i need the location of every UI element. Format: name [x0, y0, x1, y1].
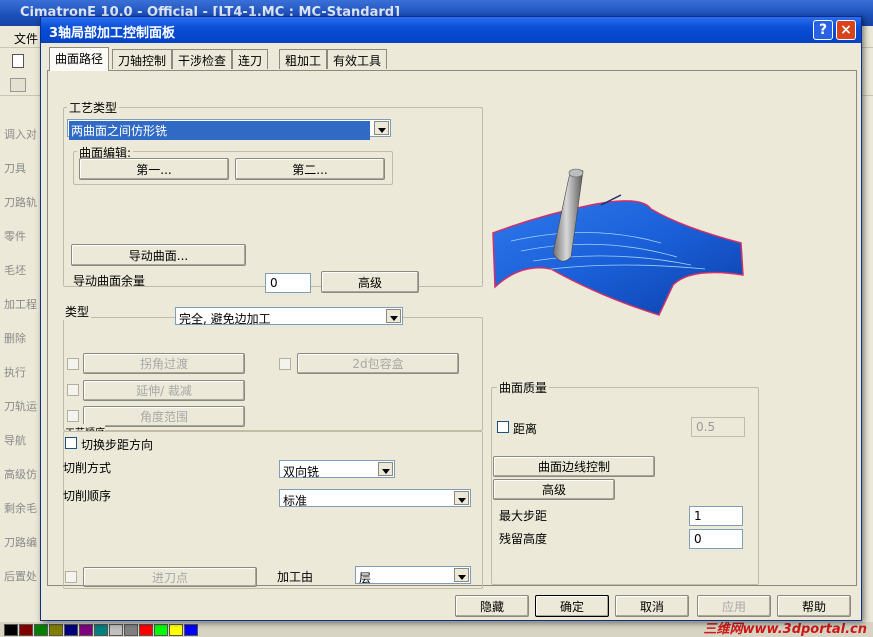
dialog-title: 3轴局部加工控制面板 — [49, 26, 176, 41]
sidebar-item-label[interactable]: 执行 — [4, 364, 26, 380]
blue-surface-shape — [492, 200, 744, 316]
distance-label: 距离 — [513, 422, 538, 436]
chevron-down-icon[interactable] — [378, 462, 393, 476]
type-value: 完全, 避免边加工 — [179, 312, 271, 326]
color-swatch[interactable] — [94, 624, 108, 636]
sidebar-item-label[interactable]: 刀轨运 — [4, 398, 37, 414]
cut-order-select[interactable]: 标准 — [279, 489, 471, 508]
toolbar-tool-icon[interactable] — [10, 78, 26, 92]
extend-trim-checkbox[interactable] — [67, 384, 79, 396]
sidebar-item-label[interactable]: 调入对 — [4, 126, 37, 142]
max-step-input[interactable]: 1 — [689, 506, 743, 526]
distance-input[interactable]: 0.5 — [691, 417, 745, 437]
tab-surface-path[interactable]: 曲面路径 — [49, 47, 110, 71]
surface-tool-illustration — [492, 168, 744, 316]
sidebar-item-label[interactable]: 零件 — [4, 228, 26, 244]
cut-method-value: 双向铣 — [283, 465, 320, 479]
tab-interference-check[interactable]: 干涉检查 — [172, 49, 233, 69]
color-swatch[interactable] — [79, 624, 93, 636]
guide-surface-button[interactable]: 导动曲面... — [71, 244, 246, 266]
color-swatch[interactable] — [109, 624, 123, 636]
corner-transition-button[interactable]: 拐角过渡 — [83, 353, 245, 374]
apply-button[interactable]: 应用 — [697, 595, 771, 617]
color-swatch[interactable] — [184, 624, 198, 636]
process-type-value: 两曲面之间仿形铣 — [69, 121, 370, 140]
background-sidebar: 调入对刀具刀路轨零件毛坯加工程删除执行刀轨运导航高级仿剩余毛刀路编后置处 — [0, 96, 42, 601]
guide-allowance-input[interactable]: 0 — [265, 273, 311, 293]
bbox-2d-button[interactable]: 2d包容盒 — [297, 353, 459, 374]
cut-method-label: 切削方式 — [63, 461, 112, 475]
entry-point-button[interactable]: 进刀点 — [83, 567, 257, 587]
sidebar-item-label[interactable]: 后置处 — [4, 568, 37, 584]
scallop-height-input[interactable]: 0 — [689, 529, 743, 549]
machine-by-value: 层 — [359, 571, 372, 585]
process-type-group-label: 工艺类型 — [67, 99, 120, 116]
sidebar-item-label[interactable]: 剩余毛 — [4, 500, 37, 516]
tab-link[interactable]: 连刀 — [232, 49, 269, 69]
menu-file[interactable]: 文件 — [14, 30, 38, 47]
color-swatch[interactable] — [4, 624, 18, 636]
chevron-down-icon[interactable] — [454, 491, 469, 505]
type-label: 类型 — [63, 303, 92, 320]
sidebar-item-label[interactable]: 刀路轨 — [4, 194, 37, 210]
angle-range-checkbox[interactable] — [67, 410, 79, 422]
color-swatch[interactable] — [49, 624, 63, 636]
sidebar-item-label[interactable]: 导航 — [4, 432, 26, 448]
color-swatch[interactable] — [154, 624, 168, 636]
cut-order-label: 切削顺序 — [63, 489, 112, 503]
sidebar-item-label[interactable]: 毛坯 — [4, 262, 26, 278]
process-type-select[interactable]: 两曲面之间仿形铣 — [67, 119, 391, 140]
chevron-down-icon[interactable] — [386, 309, 401, 323]
second-surface-button[interactable]: 第二... — [235, 158, 385, 180]
new-file-icon[interactable] — [12, 54, 24, 68]
color-swatch[interactable] — [169, 624, 183, 636]
angle-range-button[interactable]: 角度范围 — [83, 406, 245, 427]
sidebar-item-label[interactable]: 加工程 — [4, 296, 37, 312]
corner-transition-checkbox[interactable] — [67, 358, 79, 370]
sidebar-item-label[interactable]: 高级仿 — [4, 466, 37, 482]
dialog-titlebar: 3轴局部加工控制面板 ? × — [41, 17, 861, 43]
hide-button[interactable]: 隐藏 — [455, 595, 529, 617]
scallop-height-label: 残留高度 — [499, 532, 548, 546]
first-surface-button[interactable]: 第一... — [79, 158, 229, 180]
extend-trim-button[interactable]: 延伸/ 裁减 — [83, 380, 245, 401]
cancel-button[interactable]: 取消 — [615, 595, 689, 617]
surface-quality-label: 曲面质量 — [497, 379, 550, 396]
entry-point-checkbox[interactable] — [65, 571, 77, 583]
tab-tool-axis-control[interactable]: 刀轴控制 — [112, 49, 173, 69]
sidebar-item-label[interactable]: 删除 — [4, 330, 26, 346]
cut-method-select[interactable]: 双向铣 — [279, 460, 395, 479]
process-order-label: 工艺顺序 — [65, 424, 105, 431]
color-swatch[interactable] — [64, 624, 78, 636]
help-title-button[interactable]: ? — [813, 20, 833, 40]
type-select[interactable]: 完全, 避免边加工 — [175, 307, 403, 326]
bbox-2d-checkbox[interactable] — [279, 358, 291, 370]
color-swatch[interactable] — [19, 624, 33, 636]
sidebar-item-label[interactable]: 刀路编 — [4, 534, 37, 550]
color-swatch[interactable] — [34, 624, 48, 636]
close-title-button[interactable]: × — [836, 20, 856, 40]
sidebar-item-label[interactable]: 刀具 — [4, 160, 26, 176]
machine-by-label: 加工由 — [277, 570, 314, 584]
tab-available-tools[interactable]: 有效工具 — [327, 49, 388, 69]
guide-allowance-label: 导动曲面余量 — [73, 274, 146, 288]
surface-edge-control-button[interactable]: 曲面边线控制 — [493, 456, 655, 477]
color-swatch[interactable] — [139, 624, 153, 636]
color-swatch[interactable] — [124, 624, 138, 636]
max-step-label: 最大步距 — [499, 509, 548, 523]
switch-step-direction-label: 切换步距方向 — [81, 438, 154, 452]
switch-step-direction-checkbox[interactable] — [65, 437, 77, 449]
chevron-down-icon[interactable] — [454, 568, 469, 582]
tab-roughing[interactable]: 粗加工 — [279, 49, 328, 69]
chevron-down-icon[interactable] — [374, 121, 389, 135]
machine-by-select[interactable]: 层 — [355, 566, 471, 585]
advanced-button[interactable]: 高级 — [321, 271, 419, 293]
cut-order-value: 标准 — [283, 494, 308, 508]
surface-quality-advanced-button[interactable]: 高级 — [493, 479, 615, 500]
control-panel-dialog: 3轴局部加工控制面板 ? × 曲面路径 刀轴控制 干涉检查 连刀 粗加工 有效工… — [40, 16, 862, 621]
help-button[interactable]: 帮助 — [777, 595, 851, 617]
ok-button[interactable]: 确定 — [535, 595, 609, 617]
distance-checkbox[interactable] — [497, 421, 509, 433]
